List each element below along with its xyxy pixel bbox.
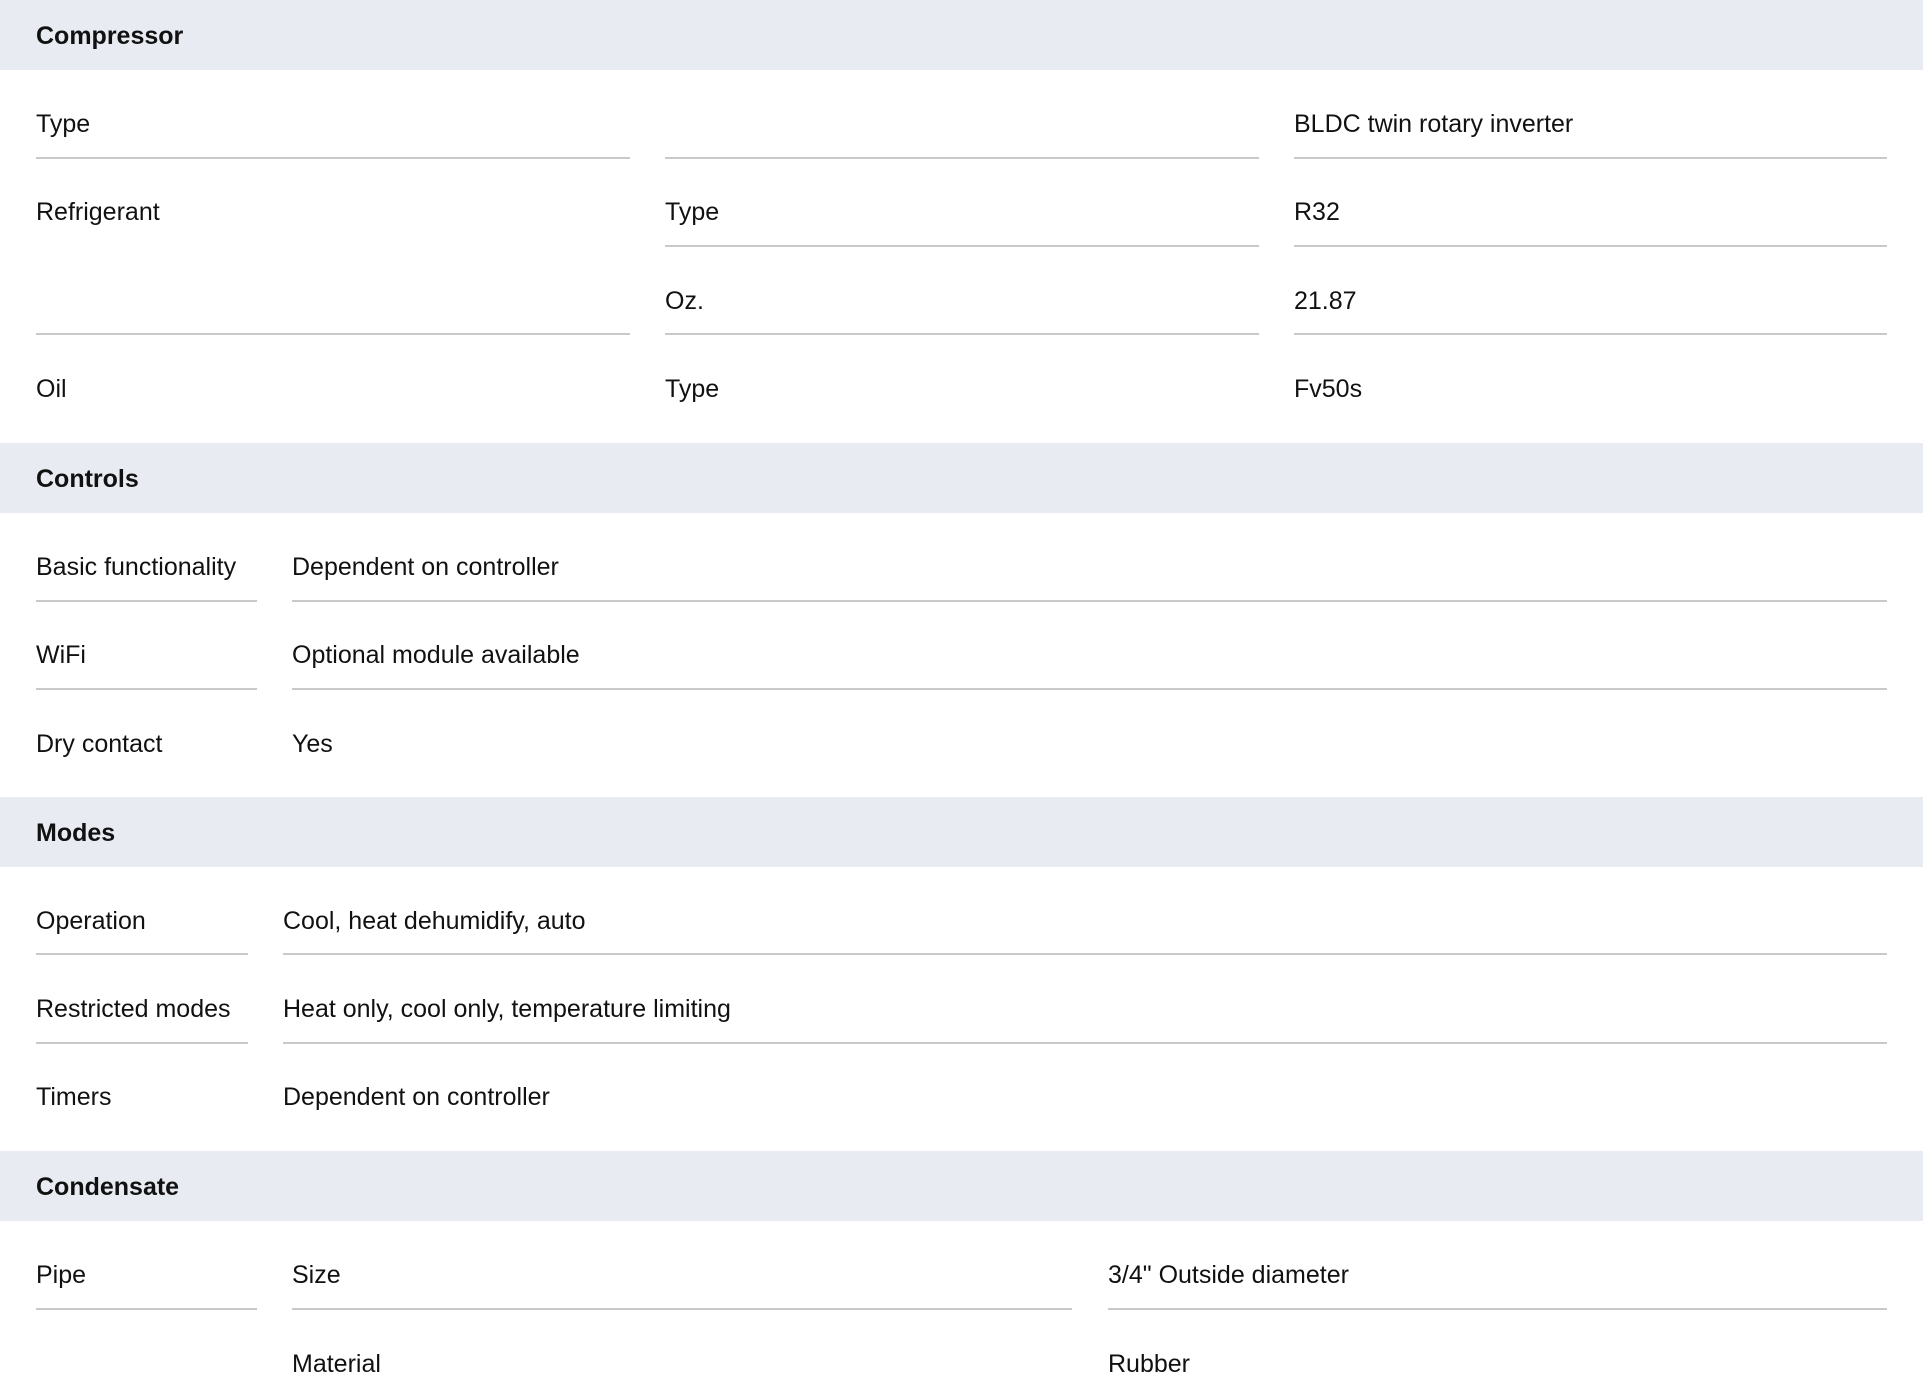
section-header-modes: Modes	[0, 797, 1923, 867]
controls-row-label: Dry contact	[36, 730, 163, 758]
row-divider	[283, 1042, 1887, 1044]
pipe-label: Pipe	[36, 1261, 87, 1289]
refrigerant-oz-value: 21.87	[1294, 287, 1357, 315]
section-title: Compressor	[36, 22, 184, 50]
modes-row-label: Operation	[36, 907, 146, 935]
row-divider	[292, 1308, 1072, 1310]
pipe-size-label: Size	[292, 1261, 341, 1289]
controls-row-value: Yes	[292, 730, 333, 758]
row-divider	[36, 333, 630, 335]
row-divider	[1108, 1308, 1887, 1310]
oil-type-label: Type	[665, 375, 720, 403]
pipe-material-label: Material	[292, 1350, 381, 1378]
section-title: Modes	[36, 819, 116, 847]
row-divider	[36, 1308, 257, 1310]
row-divider	[283, 953, 1887, 955]
refrigerant-oz-label: Oz.	[665, 287, 704, 315]
row-divider	[292, 688, 1887, 690]
row-divider	[36, 157, 630, 159]
refrigerant-type-label: Type	[665, 198, 720, 226]
controls-row-label: Basic functionality	[36, 553, 237, 581]
pipe-size-value: 3/4" Outside diameter	[1108, 1261, 1349, 1289]
compressor-type-value: BLDC twin rotary inverter	[1294, 110, 1574, 138]
controls-row-value: Optional module available	[292, 641, 580, 669]
modes-row-value: Dependent on controller	[283, 1083, 550, 1111]
row-divider	[36, 600, 257, 602]
pipe-material-value: Rubber	[1108, 1350, 1190, 1378]
row-divider	[665, 157, 1259, 159]
oil-label: Oil	[36, 375, 67, 403]
row-divider	[36, 688, 257, 690]
modes-row-value: Heat only, cool only, temperature limiti…	[283, 995, 731, 1023]
row-divider	[1294, 333, 1887, 335]
section-header-compressor: Compressor	[0, 0, 1923, 70]
row-divider	[665, 245, 1259, 247]
oil-type-value: Fv50s	[1294, 375, 1363, 403]
row-divider	[36, 1042, 248, 1044]
compressor-type-label: Type	[36, 110, 91, 138]
modes-row-label: Restricted modes	[36, 995, 231, 1023]
section-title: Controls	[36, 465, 139, 493]
row-divider	[1294, 245, 1887, 247]
section-header-controls: Controls	[0, 443, 1923, 513]
modes-row-value: Cool, heat dehumidify, auto	[283, 907, 586, 935]
refrigerant-type-value: R32	[1294, 198, 1340, 226]
section-header-condensate: Condensate	[0, 1151, 1923, 1221]
refrigerant-label: Refrigerant	[36, 198, 160, 226]
modes-row-label: Timers	[36, 1083, 112, 1111]
controls-row-label: WiFi	[36, 641, 86, 669]
section-title: Condensate	[36, 1173, 180, 1201]
row-divider	[292, 600, 1887, 602]
row-divider	[1294, 157, 1887, 159]
row-divider	[36, 953, 248, 955]
row-divider	[665, 333, 1259, 335]
controls-row-value: Dependent on controller	[292, 553, 559, 581]
